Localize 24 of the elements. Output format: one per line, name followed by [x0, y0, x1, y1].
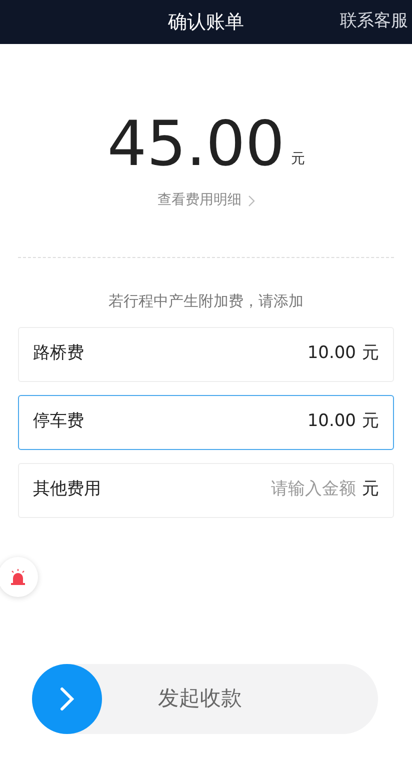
fee-unit: 元 — [362, 478, 379, 502]
alarm-button[interactable] — [0, 557, 38, 597]
contact-support-link[interactable]: 联系客服 — [340, 9, 408, 34]
fee-detail-link[interactable]: 查看费用明细 — [158, 190, 254, 211]
fee-amount: 10.00 — [307, 342, 356, 366]
chevron-right-icon — [248, 194, 254, 206]
fee-unit: 元 — [362, 410, 379, 434]
fee-amount: 10.00 — [307, 410, 356, 434]
fee-input-row[interactable]: 其他费用 请输入金额 元 — [18, 462, 394, 518]
slide-to-collect-button[interactable]: 发起收款 — [32, 664, 378, 734]
amount-input[interactable]: 请输入金额 — [256, 477, 356, 503]
fee-label: 停车费 — [33, 410, 85, 434]
currency-unit: 元 — [290, 150, 305, 169]
slide-button-label: 发起收款 — [158, 685, 242, 712]
fee-input-row[interactable]: 路桥费 10.00 元 — [18, 326, 394, 382]
total-amount: 45.00 — [107, 112, 285, 176]
chevron-right-icon — [60, 687, 74, 711]
extra-fee-note: 若行程中产生附加费，请添加 — [108, 291, 304, 312]
fee-label: 路桥费 — [33, 342, 85, 366]
fee-input-row[interactable]: 停车费 10.00 元 — [18, 394, 394, 450]
page-title: 确认账单 — [168, 10, 244, 35]
siren-icon — [9, 568, 27, 586]
fee-unit: 元 — [362, 342, 379, 366]
fee-label: 其他费用 — [33, 478, 102, 502]
